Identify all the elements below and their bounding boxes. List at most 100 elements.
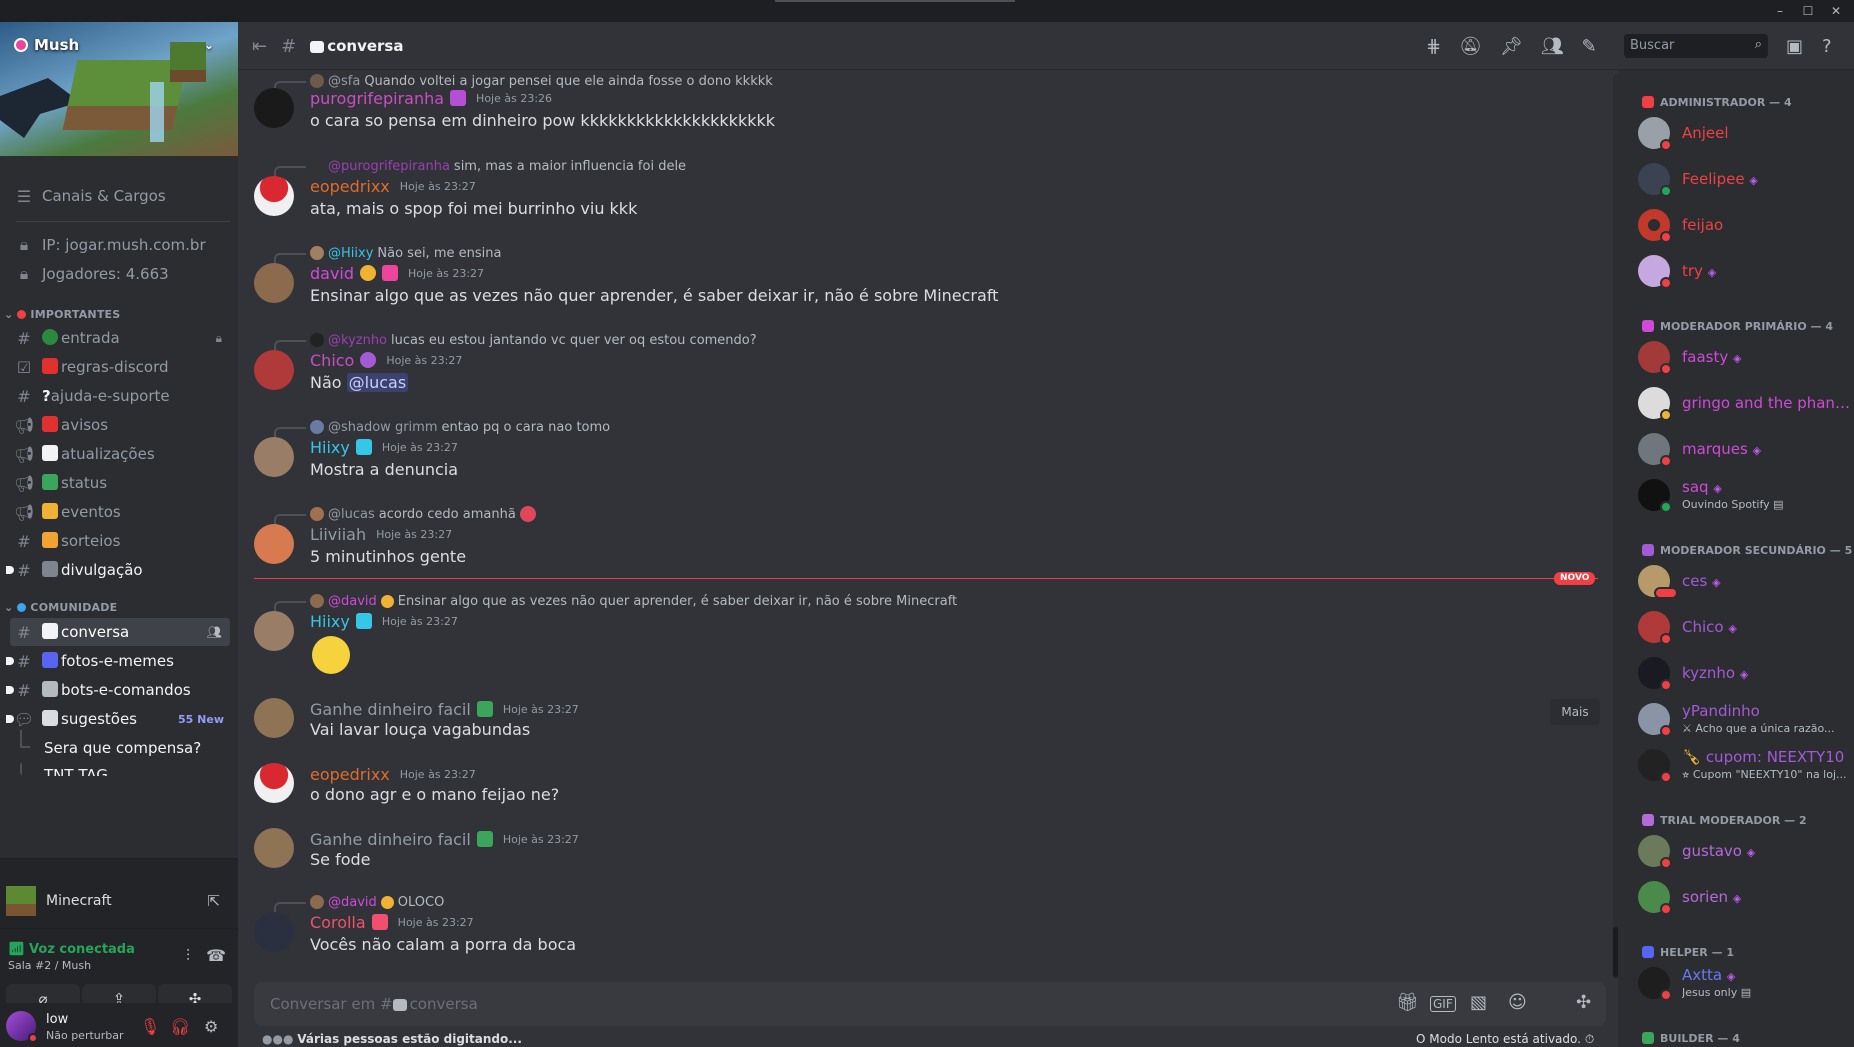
member-item[interactable]: saq ◈ Ouvindo Spotify ▤ — [1638, 474, 1850, 516]
emoji-icon[interactable]: ☺ — [1508, 992, 1527, 1013]
inbox-icon[interactable]: ▣ — [1786, 22, 1803, 70]
username[interactable]: Hiixy — [310, 612, 350, 631]
message-composer[interactable]: Conversar em # conversa 🎁︎ GIF ▧ ☺ ✣ — [254, 982, 1606, 1026]
channels-roles-button[interactable]: ☰ Canais & Cargos — [10, 182, 230, 210]
category-comunidade[interactable]: ⌄ COMUNIDADE — [4, 598, 117, 616]
voice-room-label[interactable]: Sala #2 / Mush — [8, 959, 91, 972]
username[interactable]: Corolla — [310, 913, 366, 932]
edit-icon[interactable]: ✎ — [1582, 36, 1597, 57]
close-button[interactable]: ✕ — [1822, 0, 1850, 22]
avatar[interactable] — [254, 263, 294, 303]
member-item[interactable]: Axtta ◈ Jesus only ▤ — [1638, 962, 1850, 1004]
server-name-header[interactable]: Mush ⌄ — [14, 36, 214, 54]
threads-icon[interactable]: ⋕ — [1426, 36, 1441, 57]
username[interactable]: purogrifepiranha — [310, 89, 444, 108]
channel-fotos-e-memes[interactable]: # fotos-e-memes — [6, 647, 230, 675]
avatar[interactable] — [254, 524, 294, 564]
member-item[interactable]: 🍾︎ cupom: NEEXTY10 ⭐︎ Cupom "NEEXTY10" na… — [1638, 744, 1850, 786]
member-item[interactable]: kyznho ◈ — [1638, 652, 1850, 694]
reply-preview[interactable]: @lucas acordo cedo amanhã — [274, 505, 536, 526]
username[interactable]: Hiixy — [310, 438, 350, 457]
member-item[interactable]: ces ◈ — [1638, 560, 1850, 602]
screen-share-icon[interactable]: ⇱ — [207, 892, 220, 910]
thread-sera-que-compensa[interactable]: Sera que compensa? — [20, 730, 230, 762]
member-item[interactable]: feijao — [1638, 204, 1850, 246]
apps-icon[interactable]: ✣ — [1576, 992, 1591, 1013]
sticker-icon[interactable]: ▧ — [1470, 992, 1487, 1013]
reply-preview[interactable]: @shadow grimm entao pq o cara nao tomo — [274, 418, 610, 439]
channel-eventos[interactable]: 📢︎ eventos — [10, 498, 230, 526]
channel-status[interactable]: 📢︎ status — [10, 469, 230, 497]
member-list-icon[interactable]: 👥︎ — [1541, 36, 1564, 57]
channel-regras-discord[interactable]: ☑ regras-discord — [10, 353, 230, 381]
username[interactable]: eopedrixx — [310, 177, 390, 196]
username[interactable]: Liiviiah — [310, 525, 366, 544]
member-item[interactable]: sorien ◈ — [1638, 876, 1850, 918]
avatar[interactable] — [254, 763, 294, 803]
thread-tnt-tag[interactable]: TNT TAG — [20, 762, 230, 776]
username[interactable]: Ganhe dinheiro facil — [310, 700, 471, 719]
avatar[interactable] — [254, 437, 294, 477]
notification-muted-icon[interactable]: 🔕︎ — [1459, 36, 1482, 57]
mic-muted-icon[interactable]: 🎙︎ — [140, 1017, 160, 1036]
member-item[interactable]: gringo and the phantom... — [1638, 382, 1850, 424]
add-member-icon[interactable]: 👥︎ — [207, 625, 222, 639]
member-item[interactable]: marques ◈ — [1638, 428, 1850, 470]
players-count-channel[interactable]: 🔒︎ Jogadores: 4.663 — [10, 260, 230, 288]
avatar[interactable] — [254, 912, 294, 952]
chevron-down-icon[interactable]: ⌄ — [204, 38, 214, 52]
avatar[interactable] — [254, 88, 294, 128]
channel-bots-e-comandos[interactable]: # bots-e-comandos — [6, 676, 230, 704]
username[interactable]: Ganhe dinheiro facil — [310, 830, 471, 849]
reply-preview[interactable]: @Hiixy Não sei, me ensina — [274, 244, 501, 265]
avatar[interactable] — [254, 176, 294, 216]
pin-icon[interactable]: 📌︎ — [1500, 36, 1523, 57]
reply-preview[interactable]: @purogrifepiranha sim, mas a maior influe… — [274, 157, 686, 178]
reply-preview[interactable]: @david Ensinar algo que as vezes não quer… — [274, 592, 957, 613]
avatar[interactable] — [254, 828, 294, 868]
avatar[interactable] — [254, 611, 294, 651]
channel-atualizacoes[interactable]: 📢︎ atualizações — [10, 440, 230, 468]
maximize-button[interactable]: ☐ — [1794, 0, 1822, 22]
category-importantes[interactable]: ⌄ IMPORTANTES — [4, 305, 120, 323]
headphones-deafened-icon[interactable]: 🎧︎ — [170, 1017, 190, 1036]
channel-conversa[interactable]: # conversa 👥︎ — [10, 618, 230, 646]
avatar[interactable] — [254, 350, 294, 390]
channel-divulgacao[interactable]: # divulgação — [6, 556, 230, 584]
gift-icon[interactable]: 🎁︎ — [1396, 992, 1419, 1013]
channel-ajuda-e-suporte[interactable]: # ?ajuda-e-suporte — [10, 382, 230, 410]
message-list[interactable]: @sfa Quando voltei a jogar pensei que ele… — [238, 70, 1618, 982]
reply-preview[interactable]: @david OLOCO — [274, 893, 444, 914]
member-item[interactable]: gustavo ◈ — [1638, 830, 1850, 872]
activity-minecraft[interactable]: Minecraft ⇱ — [6, 884, 232, 918]
avatar[interactable] — [254, 698, 294, 738]
member-item[interactable]: yPandinho ⚔ Acho que a única razão... — [1638, 698, 1850, 740]
member-item[interactable]: Feelipee ◈ — [1638, 158, 1850, 200]
help-icon[interactable]: ? — [1822, 22, 1832, 70]
collapse-sidebar-icon[interactable]: ⇤ — [252, 36, 267, 57]
voice-connected-status[interactable]: 📶︎ Voz conectada — [8, 942, 135, 957]
channel-entrada[interactable]: # entrada 🔒︎ — [10, 324, 230, 352]
minimize-button[interactable]: – — [1766, 0, 1794, 22]
disconnect-icon[interactable]: ☎ — [206, 946, 226, 966]
username[interactable]: eopedrixx — [310, 765, 390, 784]
channel-sugestoes[interactable]: 💬︎ sugestões 55 New — [6, 705, 230, 733]
username[interactable]: Chico — [310, 351, 354, 370]
reply-preview[interactable]: @kyznho lucas eu estou jantando vc quer v… — [274, 331, 757, 352]
channel-avisos[interactable]: 📢︎ avisos — [10, 411, 230, 439]
member-item[interactable]: Chico ◈ — [1638, 606, 1850, 648]
user-panel[interactable]: low Não perturbar 🎙︎ 🎧︎ ⚙ — [0, 1003, 238, 1047]
user-mention[interactable]: @lucas — [346, 373, 409, 392]
member-item[interactable]: faasty ◈ — [1638, 336, 1850, 378]
gif-icon[interactable]: GIF — [1430, 996, 1456, 1012]
server-banner[interactable]: Mush ⌄ — [0, 22, 238, 156]
search-input[interactable]: Buscar ⌕ — [1624, 34, 1768, 58]
member-item[interactable]: try ◈ — [1638, 250, 1850, 292]
gear-icon[interactable]: ⚙ — [204, 1017, 218, 1036]
server-ip-channel[interactable]: 🔒︎ IP: jogar.mush.com.br — [10, 231, 230, 259]
noise-suppression-icon[interactable]: ⫶ — [186, 946, 190, 966]
username[interactable]: david — [310, 264, 354, 283]
member-item[interactable]: Anjeel — [1638, 112, 1850, 154]
channel-sorteios[interactable]: # sorteios — [10, 527, 230, 555]
sticker-emoji[interactable] — [310, 636, 356, 676]
